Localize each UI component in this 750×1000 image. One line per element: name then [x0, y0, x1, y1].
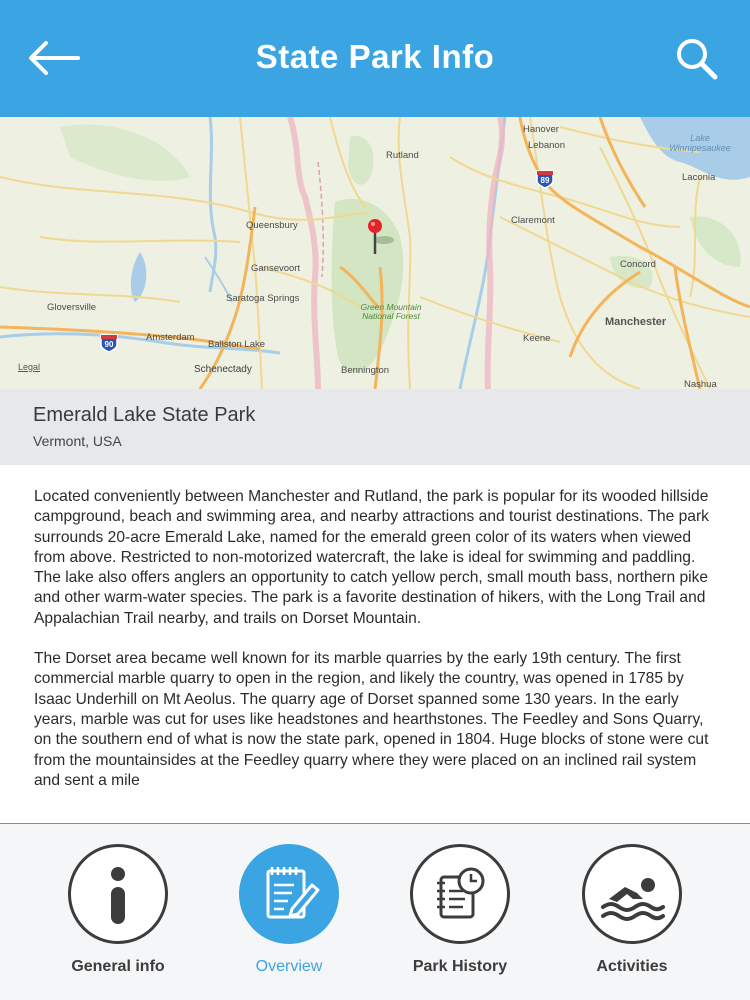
map-label-schenectady: Schenectady: [194, 364, 252, 375]
park-map[interactable]: 89 90 Hanover Lebanon Rutland Lake Winnip…: [0, 117, 750, 389]
header-bar: State Park Info: [0, 0, 750, 117]
map-label-claremont: Claremont: [511, 215, 555, 226]
map-pin-icon[interactable]: [367, 218, 383, 256]
tab-park-history-circle: [410, 844, 510, 944]
notepad-pencil-icon: [266, 867, 320, 919]
tab-park-history-label: Park History: [412, 958, 508, 975]
map-label-keene: Keene: [523, 333, 551, 344]
map-label-ballston-lake: Ballston Lake: [208, 339, 266, 350]
park-name: Emerald Lake State Park: [33, 404, 256, 426]
map-label-saratoga-springs: Saratoga Springs: [226, 293, 300, 304]
tab-general-info-label: General info: [71, 958, 165, 975]
map-label-green-mountain-forest: Green Mountain National Forest: [360, 302, 422, 321]
tab-overview-circle: [239, 844, 339, 944]
park-header: Emerald Lake State Park Vermont, USA: [0, 389, 750, 465]
park-location: Vermont, USA: [33, 433, 122, 449]
map-label-lebanon: Lebanon: [528, 140, 565, 151]
interstate-90-icon: 90: [99, 333, 119, 353]
map-label-gansevoort: Gansevoort: [251, 263, 301, 274]
app: State Park Info 89 90 Hanover Lebanon Ru…: [0, 0, 750, 1000]
tab-general-info-circle: [68, 844, 168, 944]
clock-notebook-icon: [437, 867, 485, 919]
search-icon[interactable]: [674, 36, 720, 82]
tab-overview[interactable]: Overview: [214, 844, 364, 994]
map-legal-link[interactable]: Legal: [18, 362, 40, 372]
info-icon: [111, 867, 125, 924]
interstate-90-label: 90: [104, 340, 114, 349]
interstate-89-label: 89: [540, 176, 550, 185]
park-description[interactable]: Located conveniently between Manchester …: [34, 487, 724, 823]
map-label-laconia: Laconia: [682, 172, 716, 183]
interstate-89-icon: 89: [535, 169, 555, 189]
map-label-concord: Concord: [620, 259, 656, 270]
map-label-queensbury: Queensbury: [246, 220, 298, 231]
swimmer-icon: [601, 878, 665, 921]
map-label-rutland: Rutland: [386, 150, 419, 161]
map-label-amsterdam: Amsterdam: [146, 332, 195, 343]
tab-activities-circle: [582, 844, 682, 944]
map-label-lake-winnipesaukee: Lake Winnipesaukee: [669, 133, 731, 153]
map-label-nashua: Nashua: [684, 379, 717, 389]
map-label-manchester: Manchester: [605, 316, 667, 328]
tab-activities[interactable]: Activities: [557, 844, 707, 994]
map-label-hanover: Hanover: [523, 124, 559, 135]
bottom-tab-bar: General info Overview Park History Activ…: [0, 824, 750, 1000]
description-paragraph: Located conveniently between Manchester …: [34, 488, 709, 627]
tab-park-history[interactable]: Park History: [385, 844, 535, 994]
map-label-gloversville: Gloversville: [47, 302, 97, 313]
description-paragraph: The Dorset area became well known for it…: [34, 650, 709, 789]
tab-activities-label: Activities: [596, 958, 668, 975]
map-label-bennington: Bennington: [341, 365, 390, 376]
page-title: State Park Info: [255, 38, 495, 75]
tab-general-info[interactable]: General info: [43, 844, 193, 994]
tab-overview-label: Overview: [255, 958, 323, 975]
